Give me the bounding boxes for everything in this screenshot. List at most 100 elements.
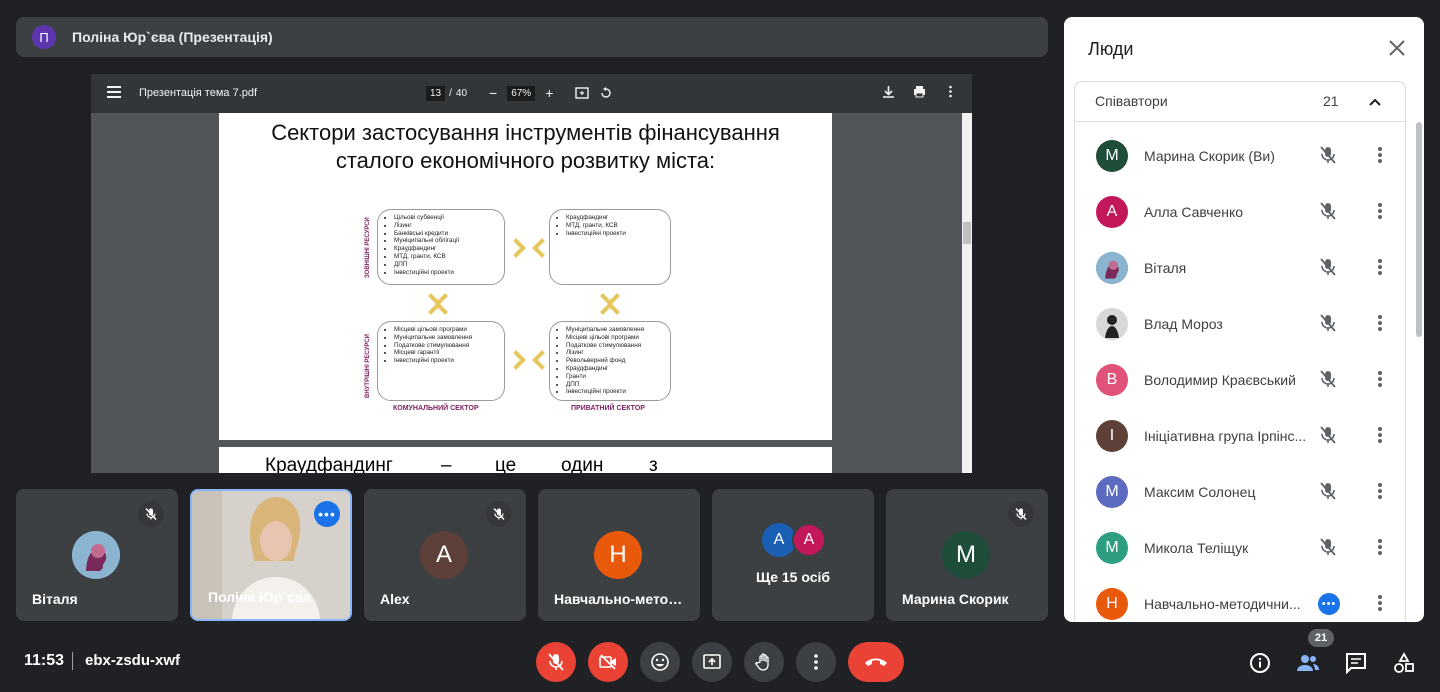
menu-icon[interactable] [107,86,121,100]
mic-off-icon[interactable] [1317,144,1339,171]
more-vert-icon[interactable] [1369,368,1391,395]
pdf-scrollbar[interactable] [962,113,972,473]
pdf-filename: Презентація тема 7.pdf [139,87,258,99]
avatar-letter: B [1106,371,1118,388]
slide-word: один [561,455,604,473]
participant-name: Максим Солонец [1144,484,1256,500]
more-vert-icon[interactable] [1369,424,1391,451]
raise-hand-button[interactable] [744,642,784,682]
activities-button[interactable] [1391,650,1417,676]
participant-row[interactable]: M Марина Скорик (Ви) [1075,128,1407,184]
participant-row[interactable]: M Максим Солонец [1075,464,1407,520]
more-vert-icon[interactable] [1369,200,1391,227]
mic-off-icon[interactable] [1317,256,1339,283]
slide-word: Краудфандинг [265,455,393,473]
divider [72,652,73,670]
participant-row[interactable]: I Ініціативна група Ірпінс... [1075,408,1407,464]
participant-row[interactable]: H Навчально-методични... ••• [1075,576,1407,622]
box-item: Місцеві цільові програми [394,326,498,334]
more-vert-icon[interactable] [943,84,958,99]
meeting-details-button[interactable] [1247,650,1273,676]
close-icon[interactable] [1388,39,1406,62]
more-options-button[interactable] [796,642,836,682]
mic-off-icon[interactable] [1317,368,1339,395]
participant-row[interactable]: Влад Мороз [1075,296,1407,352]
hand-icon [755,653,769,671]
box-item: МТД, гранти, КСВ [566,222,664,230]
mic-toggle-button[interactable] [536,642,576,682]
camera-toggle-button[interactable] [588,642,628,682]
rotate-icon[interactable] [599,86,613,100]
participant-tile[interactable]: M Марина Скорик [886,489,1048,621]
mic-off-icon[interactable] [1317,200,1339,227]
others-tile[interactable]: A A Ще 15 осіб [712,489,874,621]
more-vert-icon[interactable] [1369,536,1391,563]
panel-title: Люди [1088,39,1134,59]
more-vert-icon[interactable] [1369,256,1391,283]
collaborators-group: Співавтори 21 M Марина Скорик (Ви) A Алла С… [1074,81,1407,622]
more-vert-icon[interactable] [1369,480,1391,507]
participant-tile[interactable]: Віталя [16,489,178,621]
print-icon[interactable] [912,84,927,99]
more-options-icon[interactable]: ••• [314,501,340,527]
mic-off-icon[interactable] [1317,480,1339,507]
avatar [1096,308,1128,340]
participant-row[interactable]: B Володимир Краєвський [1075,352,1407,408]
tile-name: Навчально-мето… [554,591,683,607]
leave-call-button[interactable] [848,642,904,682]
people-count-badge: 21 [1308,629,1334,647]
participant-row[interactable]: A Алла Савченко [1075,184,1407,240]
avatar: M [942,531,990,579]
more-vert-icon[interactable] [1369,592,1391,619]
reactions-button[interactable] [640,642,680,682]
participant-name: Влад Мороз [1144,316,1223,332]
box-bottom-left: Місцеві цільові програмиМуніципальне зам… [377,321,505,401]
mic-off-icon[interactable] [1317,312,1339,339]
pdf-scrollbar-thumb[interactable] [963,222,971,244]
connector-chevron [506,238,526,258]
participant-name: Марина Скорик (Ви) [1144,148,1275,164]
chevron-up-icon[interactable] [1367,94,1383,110]
zoom-in-button[interactable]: + [545,85,553,101]
label-communal: КОМУНАЛЬНИЙ СЕКТОР [393,405,479,412]
mic-off-icon[interactable] [1317,424,1339,451]
group-count: 21 [1323,93,1339,109]
more-vert-icon[interactable] [1369,312,1391,339]
avatar-letter: H [1106,595,1118,612]
download-icon[interactable] [881,84,896,99]
box-item: Револьверний фонд [566,357,664,365]
label-internal: ВНУТРІШНІ РЕСУРСИ [365,334,371,398]
avatar: A [792,523,826,557]
avatar: M [1096,532,1128,564]
more-vert-icon[interactable] [1369,144,1391,171]
avatar: A [1096,196,1128,228]
zoom-out-button[interactable]: − [489,85,497,101]
tile-name: Alex [380,591,410,607]
participant-name: Ініціативна група Ірпінс... [1144,428,1307,444]
chat-button[interactable] [1343,650,1369,676]
group-header[interactable]: Співавтори 21 [1075,82,1407,122]
avatar: Н [594,531,642,579]
presenter-bar: П Поліна Юр`єва (Презентація) [16,17,1048,57]
panel-scrollbar[interactable] [1416,122,1422,337]
tile-name: Поліна Юр`єва [208,589,311,605]
box-item: Лізинг [394,222,498,230]
fit-page-icon[interactable] [575,86,590,100]
participant-row[interactable]: Віталя [1075,240,1407,296]
participant-tile-video[interactable]: ••• Поліна Юр`єва [190,489,352,621]
zoom-input[interactable]: 67% [507,85,536,101]
people-button[interactable] [1295,650,1321,676]
page-input[interactable]: 13 [426,86,446,101]
participant-tile[interactable]: A Alex [364,489,526,621]
participant-row[interactable]: M Микола Теліщук [1075,520,1407,576]
connector-chevron [428,302,448,322]
participant-name: Віталя [1144,260,1187,276]
mic-off-icon[interactable] [1317,536,1339,563]
avatar: A [762,523,796,557]
participant-name: Алла Савченко [1144,204,1244,220]
meeting-code: ebx-zsdu-xwf [85,652,181,669]
present-button[interactable] [692,642,732,682]
participant-tile[interactable]: Н Навчально-мето… [538,489,700,621]
camera-off-icon [599,654,616,670]
box-item: Інвестиційні проекти [566,230,664,238]
